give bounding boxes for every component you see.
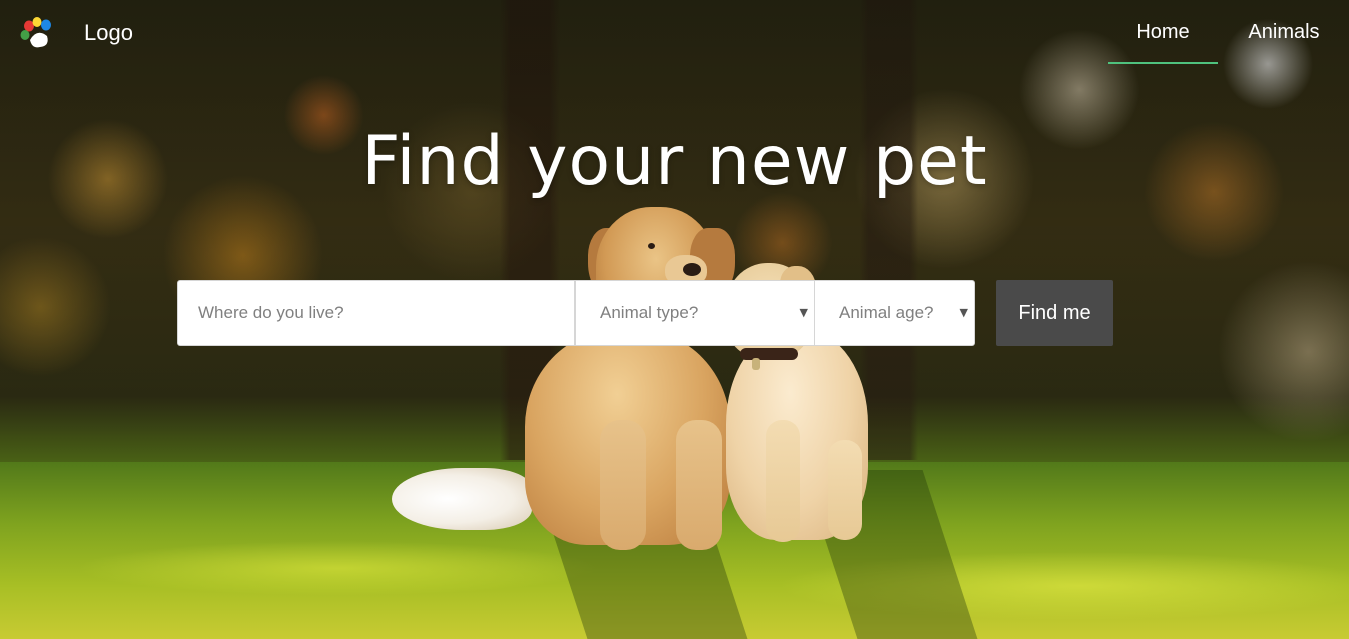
logo-text[interactable]: Logo bbox=[84, 20, 133, 46]
animal-type-select[interactable]: Animal type? ▼ bbox=[575, 280, 815, 346]
active-nav-indicator bbox=[1108, 62, 1218, 64]
top-navbar: Logo Home Animals bbox=[0, 0, 1349, 70]
location-field[interactable] bbox=[177, 280, 575, 346]
nav-animals-link[interactable]: Animals bbox=[1236, 21, 1332, 44]
location-input[interactable] bbox=[178, 281, 574, 345]
caret-down-icon: ▼ bbox=[799, 306, 808, 319]
paw-icon[interactable] bbox=[20, 16, 54, 50]
animal-age-select[interactable]: Animal age? ▼ bbox=[814, 280, 975, 346]
animal-age-label: Animal age? bbox=[839, 303, 934, 322]
animal-type-label: Animal type? bbox=[600, 303, 699, 322]
find-me-button[interactable]: Find me bbox=[996, 280, 1113, 346]
hero-headline: Find your new pet bbox=[361, 122, 988, 201]
caret-down-icon: ▼ bbox=[959, 306, 968, 319]
nav-home-link[interactable]: Home bbox=[1108, 21, 1218, 44]
hero-section: Logo Home Animals Find your new pet Anim… bbox=[0, 0, 1349, 639]
